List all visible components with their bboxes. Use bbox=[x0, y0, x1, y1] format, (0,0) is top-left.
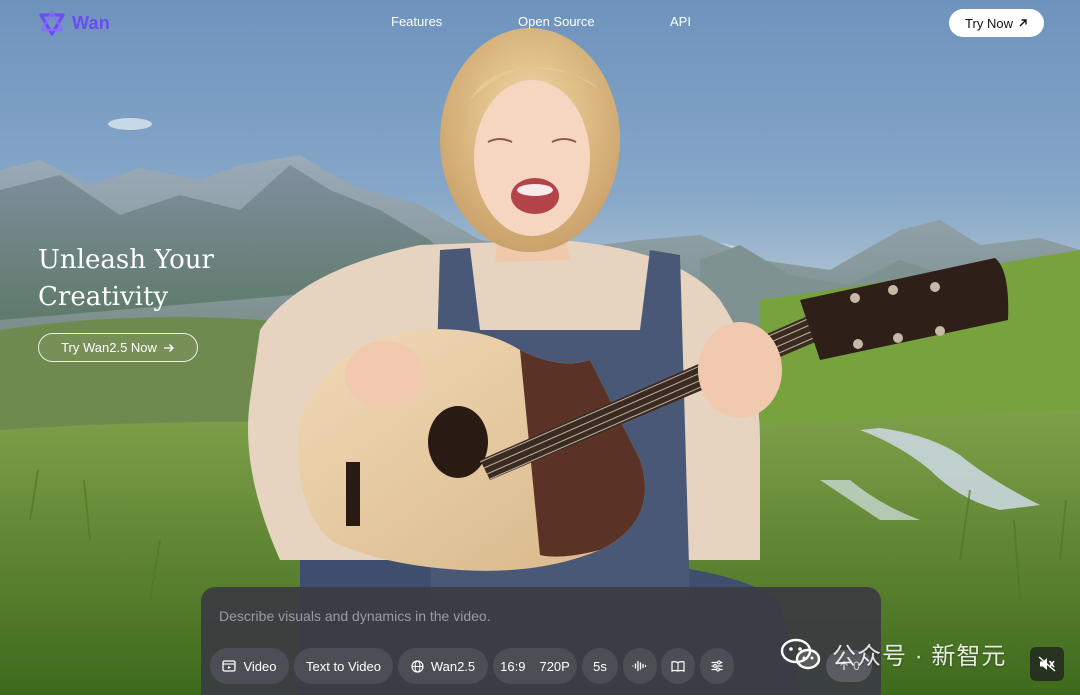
prompt-input[interactable] bbox=[219, 606, 839, 626]
brand-logo[interactable]: Wan bbox=[38, 10, 110, 36]
wan-logo-icon bbox=[39, 10, 65, 36]
brand-name: Wan bbox=[72, 12, 110, 33]
audio-button[interactable] bbox=[623, 648, 657, 684]
mute-icon bbox=[1038, 656, 1056, 672]
task-text-to-video-button[interactable]: Text to Video bbox=[294, 648, 393, 684]
mode-video-button[interactable]: Video bbox=[210, 648, 289, 684]
mode-video-label: Video bbox=[243, 658, 277, 674]
try-now-button[interactable]: Try Now bbox=[949, 9, 1044, 37]
ratio-resolution-button[interactable]: 16:9 720P bbox=[493, 648, 577, 684]
settings-sliders-icon bbox=[711, 660, 723, 672]
hero-headline: Unleash Your Creativity bbox=[38, 242, 258, 316]
task-label: Text to Video bbox=[306, 658, 381, 674]
try-now-label: Try Now bbox=[965, 15, 1013, 31]
settings-button[interactable] bbox=[700, 648, 734, 684]
model-select-button[interactable]: Wan2.5 bbox=[398, 648, 488, 684]
nav-link-api[interactable]: API bbox=[670, 14, 691, 29]
try-wan-label: Try Wan2.5 Now bbox=[61, 340, 157, 355]
duration-button[interactable]: 5s bbox=[582, 648, 618, 684]
nav-link-open-source[interactable]: Open Source bbox=[518, 14, 595, 29]
audio-wave-icon bbox=[632, 660, 647, 672]
resolution-label: 720P bbox=[539, 658, 570, 674]
prompt-guide-button[interactable] bbox=[661, 648, 695, 684]
try-wan-button[interactable]: Try Wan2.5 Now bbox=[38, 333, 198, 362]
video-icon bbox=[222, 660, 237, 672]
wechat-watermark: 公众号 · 新智元 bbox=[780, 636, 1006, 671]
mute-button[interactable] bbox=[1030, 647, 1064, 681]
hero-headline-line1: Unleash Your bbox=[38, 245, 214, 275]
nav-link-features[interactable]: Features bbox=[391, 14, 442, 29]
duration-label: 5s bbox=[593, 658, 607, 674]
book-icon bbox=[671, 661, 685, 672]
model-label: Wan2.5 bbox=[430, 658, 476, 674]
arrow-up-right-icon bbox=[1019, 19, 1027, 27]
arrow-right-icon bbox=[163, 343, 174, 352]
hero-headline-line2: Creativity bbox=[38, 282, 169, 312]
watermark-text: 公众号 · 新智元 bbox=[832, 643, 1007, 670]
globe-icon bbox=[411, 659, 424, 673]
ratio-label: 16:9 bbox=[500, 658, 526, 674]
wechat-icon bbox=[780, 638, 821, 669]
